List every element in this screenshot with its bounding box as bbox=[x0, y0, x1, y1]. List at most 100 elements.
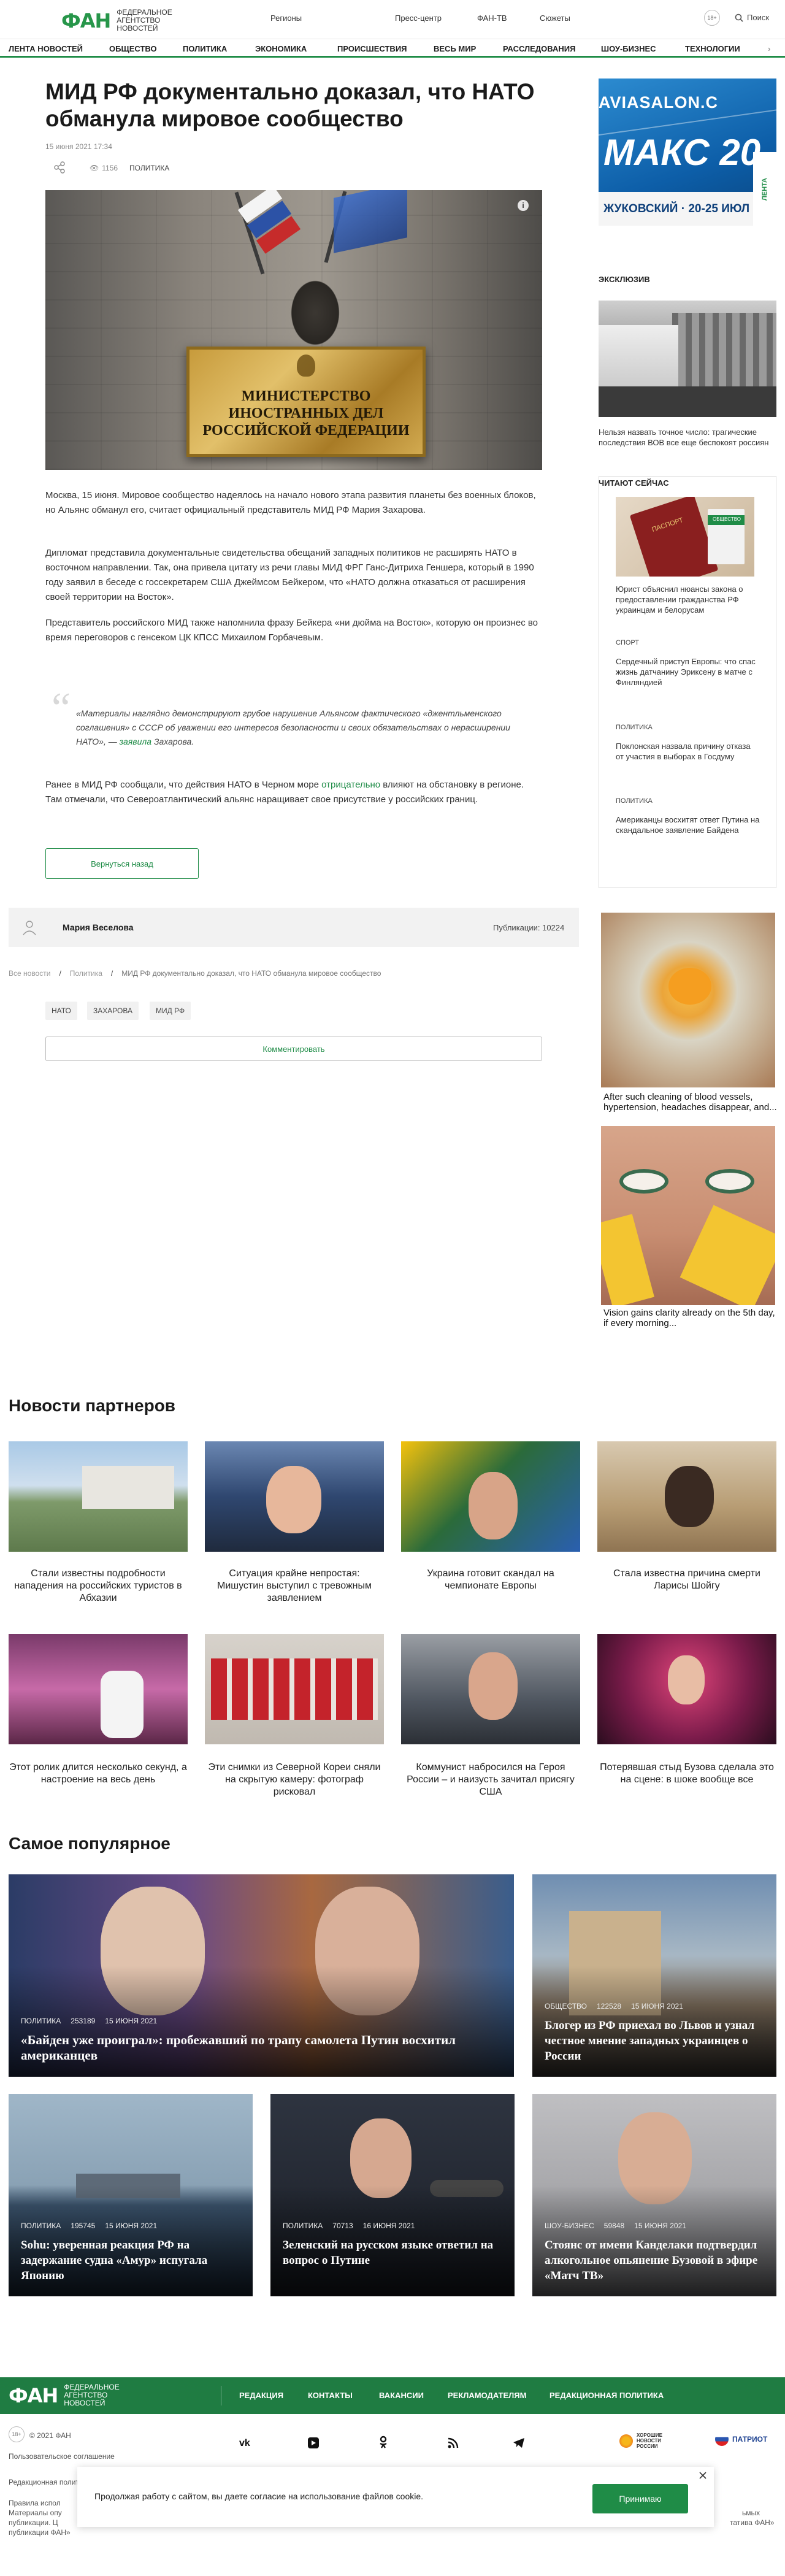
popular-card-4[interactable]: ПОЛИТИКА 70713 16 ИЮНЯ 2021 Зеленский на р… bbox=[270, 2094, 515, 2296]
reading-now-image[interactable]: ПАСПОРТ ОБЩЕСТВО bbox=[616, 497, 754, 577]
partner-headline-2[interactable]: Ситуация крайне непростая: Мишустин выст… bbox=[205, 1568, 384, 1604]
popular-card-5[interactable]: ШОУ-БИЗНЕС 59848 15 ИЮНЯ 2021 Стоянс от им… bbox=[532, 2094, 776, 2296]
popular-1-meta: ПОЛИТИКА 253189 15 ИЮНЯ 2021 bbox=[21, 2017, 157, 2025]
photo-info-icon[interactable]: i bbox=[518, 200, 529, 211]
popular-title: Самое популярное bbox=[9, 1834, 170, 1853]
partner-headline-7[interactable]: Коммунист набросился на Героя России – и… bbox=[401, 1761, 580, 1798]
category-incidents[interactable]: ПРОИСШЕСТВИЯ bbox=[337, 44, 407, 53]
feed-tab[interactable]: ЛЕНТА bbox=[753, 152, 776, 226]
rss-icon[interactable] bbox=[448, 2437, 459, 2451]
category-world[interactable]: ВЕСЬ МИР bbox=[434, 44, 476, 53]
partner-image-6[interactable] bbox=[205, 1634, 384, 1744]
nav-regions[interactable]: Регионы bbox=[270, 13, 302, 23]
quote-source-link[interactable]: заявила bbox=[120, 737, 151, 746]
category-politics[interactable]: ПОЛИТИКА bbox=[183, 44, 227, 53]
footer-user-agreement[interactable]: Пользовательское соглашение bbox=[9, 2452, 115, 2461]
partner-image-1[interactable] bbox=[9, 1441, 188, 1552]
banner-brand: МАКС 20 bbox=[603, 132, 761, 173]
popular-card-2[interactable]: ОБЩЕСТВО 122528 15 ИЮНЯ 2021 Блогер из РФ … bbox=[532, 1874, 776, 2077]
footer-link-editorial[interactable]: РЕДАКЦИЯ bbox=[239, 2391, 283, 2400]
paragraph-4-start: Ранее в МИД РФ сообщали, что действия НА… bbox=[45, 780, 319, 790]
reading-item-4[interactable]: Американцы восхитят ответ Путина на скан… bbox=[616, 815, 760, 835]
partner-logo-good-news[interactable]: ХОРОШИЕ НОВОСТИ РОССИИ bbox=[619, 2432, 680, 2449]
ad-text-1[interactable]: After such cleaning of blood vessels, hy… bbox=[603, 1092, 778, 1113]
share-icon[interactable] bbox=[53, 161, 66, 174]
category-society[interactable]: ОБЩЕСТВО bbox=[109, 44, 157, 53]
nav-press-center[interactable]: Пресс-центр bbox=[395, 13, 442, 23]
search-button[interactable]: Поиск bbox=[735, 13, 769, 22]
partner-image-4[interactable] bbox=[597, 1441, 776, 1552]
reading-item-3-rubric: ПОЛИТИКА bbox=[616, 724, 653, 731]
popular-1-views: 253189 bbox=[71, 2017, 96, 2025]
author-publications: Публикации: 10224 bbox=[493, 923, 565, 932]
cookie-accept-button[interactable]: Принимаю bbox=[592, 2484, 688, 2513]
exclusive-headline[interactable]: Нельзя назвать точное число: трагические… bbox=[599, 427, 776, 448]
popular-2-title: Блогер из РФ приехал во Львов и узнал че… bbox=[545, 2019, 754, 2063]
partner-image-8[interactable] bbox=[597, 1634, 776, 1744]
exclusive-image[interactable] bbox=[599, 301, 776, 417]
popular-3-date: 15 ИЮНЯ 2021 bbox=[105, 2221, 158, 2230]
breadcrumb-all-news[interactable]: Все новости bbox=[9, 969, 50, 978]
age-rating-badge: 18+ bbox=[704, 10, 720, 26]
partner-image-3[interactable] bbox=[401, 1441, 580, 1552]
partner-logo-patriot[interactable]: ПАТРИОТ bbox=[715, 2432, 767, 2446]
patriot-logo-icon bbox=[715, 2432, 729, 2446]
popular-5-date: 15 ИЮНЯ 2021 bbox=[634, 2221, 686, 2230]
author-name[interactable]: Мария Веселова bbox=[63, 922, 134, 932]
category-technology[interactable]: ТЕХНОЛОГИИ bbox=[685, 44, 740, 53]
site-logo[interactable]: ФАН Федеральное агентство новостей bbox=[61, 9, 199, 33]
category-investigations[interactable]: РАССЛЕДОВАНИЯ bbox=[503, 44, 575, 53]
comment-button[interactable]: Комментировать bbox=[45, 1037, 542, 1061]
telegram-icon[interactable] bbox=[513, 2437, 525, 2451]
category-news-feed[interactable]: ЛЕНТА НОВОСТЕЙ bbox=[9, 44, 83, 53]
tag-nato[interactable]: НАТО bbox=[45, 1002, 77, 1020]
ad-image-2[interactable] bbox=[601, 1126, 775, 1305]
tag-mid-rf[interactable]: МИД РФ bbox=[150, 1002, 191, 1020]
partner-headline-8[interactable]: Потерявшая стыд Бузова сделала это на сц… bbox=[597, 1761, 776, 1786]
footer-link-advertisers[interactable]: РЕКЛАМОДАТЕЛЯМ bbox=[448, 2391, 526, 2400]
popular-card-3[interactable]: ПОЛИТИКА 195745 15 ИЮНЯ 2021 Sohu: уверенн… bbox=[9, 2094, 253, 2296]
paragraph-4-link[interactable]: отрицательно bbox=[321, 780, 380, 790]
reading-item-3[interactable]: Поклонская назвала причину отказа от уча… bbox=[616, 741, 760, 762]
tag-zakharova[interactable]: ЗАХАРОВА bbox=[87, 1002, 139, 1020]
partner-image-5[interactable] bbox=[9, 1634, 188, 1744]
popular-5-rubric: ШОУ-БИЗНЕС bbox=[545, 2221, 594, 2230]
popular-card-1[interactable]: ПОЛИТИКА 253189 15 ИЮНЯ 2021 «Байден уже п… bbox=[9, 1874, 514, 2077]
category-economy[interactable]: ЭКОНОМИКА bbox=[255, 44, 307, 53]
footer-link-editorial-policy[interactable]: РЕДАКЦИОННАЯ ПОЛИТИКА bbox=[550, 2391, 664, 2400]
article-title: МИД РФ документально доказал, что НАТО о… bbox=[45, 79, 535, 131]
partner-image-2[interactable] bbox=[205, 1441, 384, 1552]
cookie-text: Продолжая работу с сайтом, вы даете согл… bbox=[94, 2491, 424, 2501]
maks-airshow-banner[interactable]: AVIASALON.C МАКС 20 ЖУКОВСКИЙ · 20-25 ИЮ… bbox=[599, 79, 776, 226]
nav-fan-tv[interactable]: ФАН-ТВ bbox=[477, 13, 507, 23]
partner-headline-3[interactable]: Украина готовит скандал на чемпионате Ев… bbox=[401, 1568, 580, 1592]
breadcrumb-politics[interactable]: Политика bbox=[70, 969, 102, 978]
nav-stories[interactable]: Сюжеты bbox=[540, 13, 570, 23]
partner-headline-1[interactable]: Стали известны подробности нападения на … bbox=[9, 1568, 188, 1604]
partner-headline-5[interactable]: Этот ролик длится несколько секунд, а на… bbox=[9, 1761, 188, 1786]
youtube-icon[interactable] bbox=[308, 2437, 319, 2448]
reading-item-2[interactable]: Сердечный приступ Европы: что спас жизнь… bbox=[616, 656, 760, 688]
partner-headline-4[interactable]: Стала известна причина смерти Ларисы Шой… bbox=[597, 1568, 776, 1592]
ad-image-1[interactable] bbox=[601, 913, 775, 1087]
popular-2-meta: ОБЩЕСТВО 122528 15 ИЮНЯ 2021 bbox=[545, 2002, 683, 2011]
vk-icon[interactable]: vk bbox=[239, 2438, 250, 2449]
close-icon[interactable] bbox=[698, 2471, 708, 2480]
odnoklassniki-icon[interactable] bbox=[379, 2436, 388, 2452]
popular-4-title: Зеленский на русском языке ответил на во… bbox=[283, 2239, 494, 2267]
footer-link-contacts[interactable]: КОНТАКТЫ bbox=[308, 2391, 353, 2400]
sign-line-1: МИНИСТЕРСТВО bbox=[241, 388, 371, 404]
category-scroll-icon[interactable]: › bbox=[768, 44, 770, 53]
article-rubric[interactable]: ПОЛИТИКА bbox=[129, 164, 169, 172]
partner-image-7[interactable] bbox=[401, 1634, 580, 1744]
article-date: 15 июня 2021 17:34 bbox=[45, 142, 112, 151]
logo-subtitle: Федеральное агентство новостей bbox=[117, 8, 172, 33]
article-hero-image: МИНИСТЕРСТВО ИНОСТРАННЫХ ДЕЛ РОССИЙСКОЙ … bbox=[45, 190, 542, 470]
ad-text-2[interactable]: Vision gains clarity already on the 5th … bbox=[603, 1308, 778, 1328]
footer-link-vacancies[interactable]: ВАКАНСИИ bbox=[379, 2391, 424, 2400]
category-show-business[interactable]: ШОУ-БИЗНЕС bbox=[601, 44, 656, 53]
partner-headline-6[interactable]: Эти снимки из Северной Кореи сняли на ск… bbox=[205, 1761, 384, 1798]
reading-item-1[interactable]: Юрист объяснил нюансы закона о предостав… bbox=[616, 584, 760, 615]
footer-logo[interactable]: ФАН Федеральное агентство новостей bbox=[9, 2383, 147, 2407]
back-button[interactable]: Вернуться назад bbox=[45, 848, 199, 879]
